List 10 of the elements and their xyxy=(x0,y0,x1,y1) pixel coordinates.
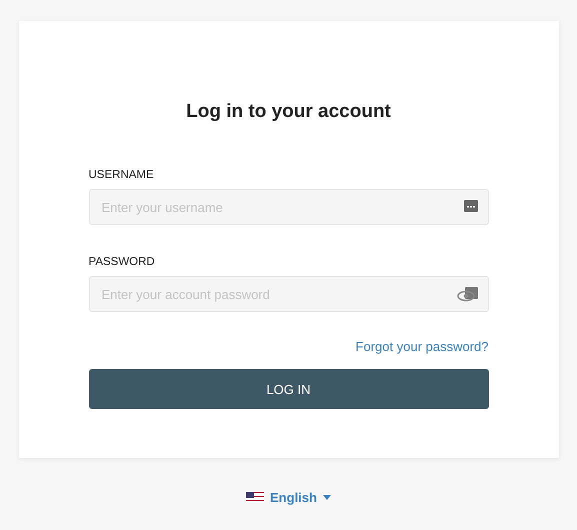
keyboard-icon xyxy=(462,199,478,213)
flag-icon xyxy=(246,492,264,503)
caret-icon xyxy=(322,495,331,500)
forgot-password-link[interactable]: Forgot your password? xyxy=(356,339,488,355)
field-label: USERNAME xyxy=(88,168,155,182)
eye-icon[interactable] xyxy=(456,286,478,302)
field-label: PASSWORD xyxy=(88,255,156,269)
language-selector[interactable]: English xyxy=(246,490,331,505)
page-title: Log in to your account xyxy=(185,101,392,123)
login-button[interactable]: LOG IN xyxy=(88,369,488,409)
